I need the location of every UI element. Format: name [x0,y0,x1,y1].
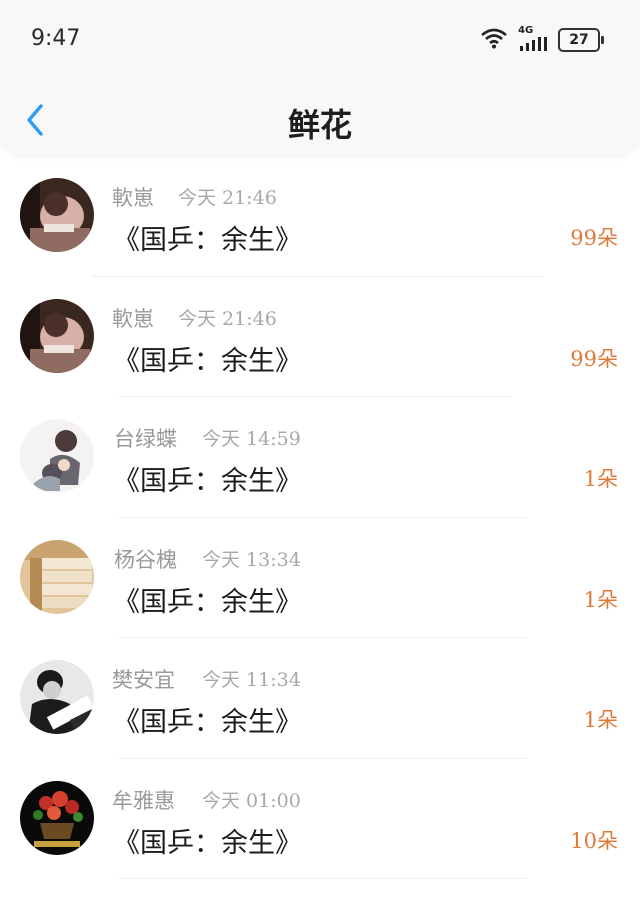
list-item[interactable]: 軟崽 今天 21:46 《国乒：余生》 99朵 [0,156,640,277]
sender-name: 牟雅惠 [112,788,175,813]
list-item[interactable]: 杨谷槐 今天 13:34 《国乒：余生》 1朵 [0,518,640,638]
battery-icon: 27 [558,28,604,52]
flower-count: 1朵 [583,708,618,732]
avatar[interactable] [20,660,94,734]
flower-count: 99朵 [570,346,618,371]
send-time: 今天 14:59 [202,428,301,450]
signal-icon [520,37,547,51]
work-title: 《国乒：余生》 [113,345,302,377]
send-time: 今天 13:34 [202,548,301,571]
list-item[interactable]: 軟崽 今天 21:46 《国乒：余生》 99朵 [0,277,640,397]
send-time: 今天 11:34 [202,669,301,691]
list-item[interactable]: 樊安宜 今天 11:34 《国乒：余生》 1朵 [0,638,640,759]
avatar[interactable] [20,298,94,373]
avatar[interactable] [20,178,94,252]
avatar[interactable] [20,539,94,614]
work-title: 《国乒：余生》 [113,827,302,859]
avatar[interactable] [20,780,94,855]
sender-name: 樊安宜 [112,668,175,692]
send-time: 今天 21:46 [178,307,277,330]
work-title: 《国乒：余生》 [113,466,302,497]
sender-name: 軟崽 [112,186,154,210]
flower-count: 1朵 [583,587,618,612]
send-time: 今天 21:46 [178,187,277,209]
flower-list: 軟崽 今天 21:46 《国乒：余生》 99朵 軟崽 今天 21:46 《国乒：… [0,156,640,879]
page-title: 鲜花 [287,106,352,144]
header: 9:47 4G 27 鲜花 [0,0,640,154]
avatar[interactable] [20,419,94,493]
sender-name: 軟崽 [112,306,154,331]
flower-count: 1朵 [583,467,618,491]
list-item[interactable]: 台绿蝶 今天 14:59 《国乒：余生》 1朵 [0,397,640,518]
battery-level: 27 [569,32,589,48]
network-type: 4G [518,25,534,36]
list-item[interactable]: 牟雅惠 今天 01:00 《国乒：余生》 10朵 [0,759,640,879]
sender-name: 台绿蝶 [114,427,177,451]
flower-count: 10朵 [570,828,618,853]
divider [118,878,526,879]
send-time: 今天 01:00 [202,789,301,812]
wifi-icon [481,28,507,49]
sender-name: 杨谷槐 [114,547,177,572]
work-title: 《国乒：余生》 [113,225,302,256]
work-title: 《国乒：余生》 [113,707,302,738]
work-title: 《国乒：余生》 [113,586,302,618]
flower-count: 99朵 [570,226,618,250]
status-time: 9:47 [31,26,81,51]
